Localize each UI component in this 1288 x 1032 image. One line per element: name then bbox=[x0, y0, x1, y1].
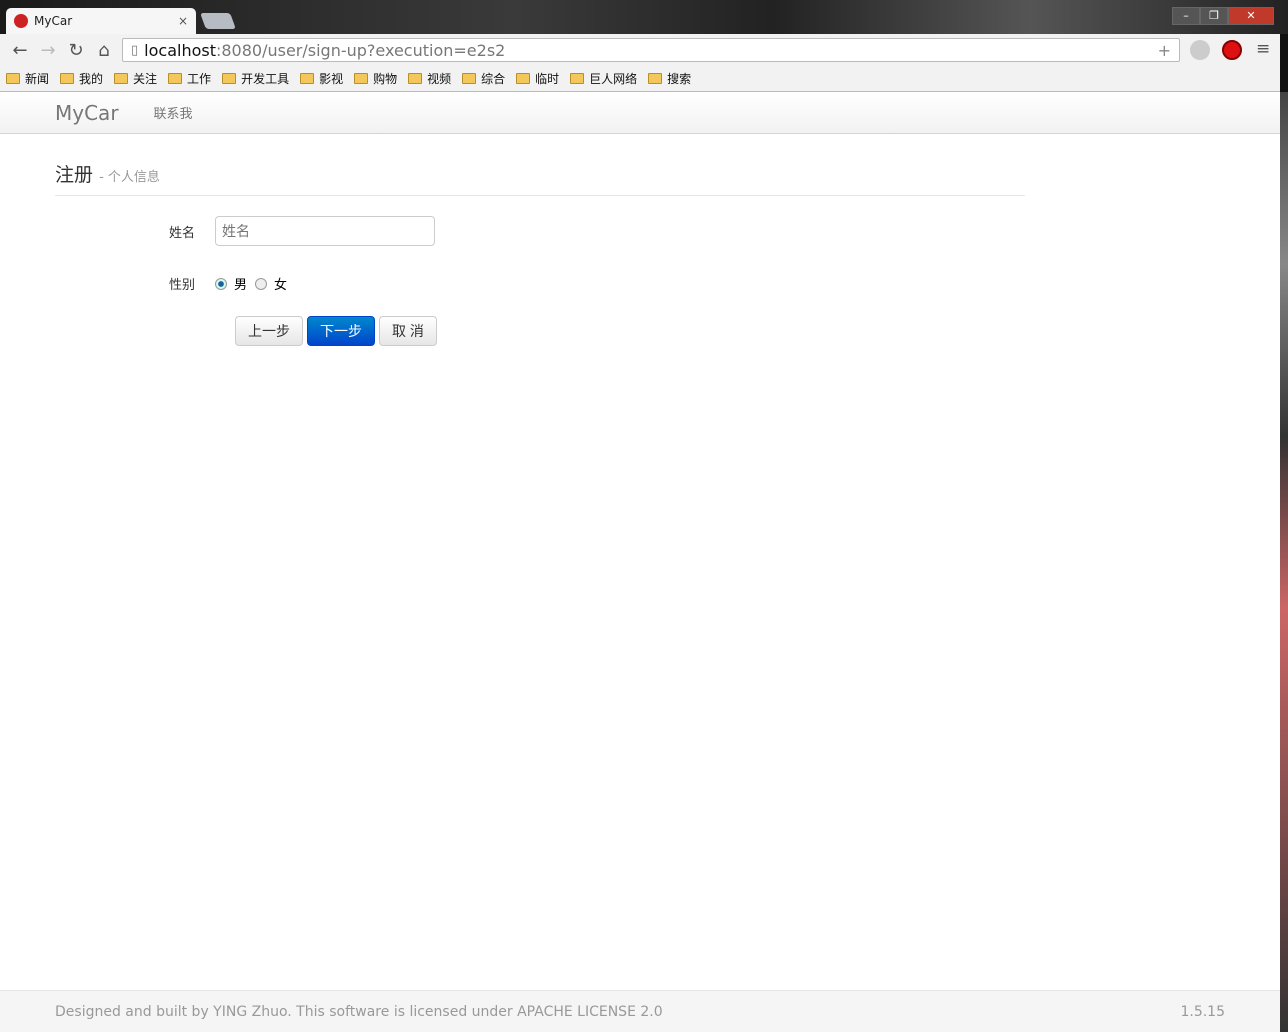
adblock-extension-icon[interactable] bbox=[1222, 40, 1242, 60]
address-bar[interactable]: ▯ localhost:8080/user/sign-up?execution=… bbox=[122, 38, 1180, 62]
bookmark-folder[interactable]: 关注 bbox=[114, 70, 157, 87]
gender-label: 性别 bbox=[168, 278, 195, 293]
bookmark-folder[interactable]: 新闻 bbox=[6, 70, 49, 87]
page-subtitle: - 个人信息 bbox=[99, 170, 160, 185]
name-label: 姓名 bbox=[168, 225, 195, 241]
bookmark-label: 综合 bbox=[481, 72, 506, 86]
sync-extension-icon[interactable] bbox=[1190, 40, 1210, 60]
bookmark-folder[interactable]: 搜索 bbox=[648, 70, 691, 87]
minimize-button[interactable]: – bbox=[1172, 7, 1200, 25]
close-tab-icon[interactable]: × bbox=[178, 14, 188, 28]
page-title: 注册 - 个人信息 bbox=[55, 160, 1025, 187]
bookmark-folder[interactable]: 影视 bbox=[300, 70, 343, 87]
next-button[interactable]: 下一步 bbox=[307, 316, 375, 346]
bookmark-label: 我的 bbox=[79, 72, 104, 86]
version-text: 1.5.15 bbox=[1180, 1003, 1225, 1020]
page-header: 注册 - 个人信息 bbox=[55, 160, 1025, 196]
window-close-button[interactable]: ✕ bbox=[1228, 7, 1274, 25]
bookmark-label: 搜索 bbox=[667, 72, 692, 86]
home-icon[interactable]: ⌂ bbox=[90, 40, 118, 61]
folder-icon bbox=[60, 73, 75, 84]
desktop-background-strip bbox=[1280, 92, 1288, 1032]
tab-title: MyCar bbox=[34, 14, 73, 28]
new-tab-button[interactable] bbox=[200, 13, 236, 29]
reload-icon[interactable]: ↻ bbox=[62, 40, 90, 61]
male-radio[interactable] bbox=[215, 277, 227, 290]
male-label[interactable]: 男 bbox=[234, 274, 247, 293]
folder-icon bbox=[354, 73, 369, 84]
cancel-button[interactable]: 取 消 bbox=[379, 316, 437, 346]
car-favicon-icon bbox=[14, 14, 28, 28]
page-icon: ▯ bbox=[131, 42, 139, 58]
bookmark-label: 新闻 bbox=[25, 72, 50, 86]
bookmark-folder[interactable]: 我的 bbox=[60, 70, 103, 87]
page-footer: Designed and built by YING Zhuo. This so… bbox=[0, 990, 1280, 1032]
folder-icon bbox=[570, 73, 585, 84]
female-label[interactable]: 女 bbox=[274, 274, 287, 293]
folder-icon bbox=[516, 73, 531, 84]
page-content: MyCar 联系我 注册 - 个人信息 姓名 性别 男 女 上一步 下一步 取 … bbox=[0, 92, 1280, 1032]
title-text: 注册 bbox=[55, 164, 94, 186]
folder-icon bbox=[168, 73, 183, 84]
browser-tab[interactable]: MyCar × bbox=[6, 8, 196, 34]
bookmark-label: 影视 bbox=[319, 72, 344, 86]
gender-row: 性别 男 女 bbox=[0, 274, 287, 293]
form-actions: 上一步 下一步 取 消 bbox=[235, 316, 441, 346]
forward-icon[interactable]: → bbox=[34, 40, 62, 61]
folder-icon bbox=[408, 73, 423, 84]
window-titlebar: MyCar × – ❐ ✕ bbox=[0, 0, 1288, 34]
previous-button[interactable]: 上一步 bbox=[235, 316, 303, 346]
bookmark-label: 关注 bbox=[133, 72, 158, 86]
back-icon[interactable]: ← bbox=[6, 40, 34, 61]
name-input[interactable] bbox=[215, 216, 435, 246]
bookmark-label: 购物 bbox=[373, 72, 398, 86]
menu-icon[interactable]: ≡ bbox=[1256, 39, 1270, 59]
bookmarks-bar: 新闻 我的 关注 工作 开发工具 影视 购物 视频 综合 临时 巨人网络 搜索 bbox=[0, 66, 1280, 92]
folder-icon bbox=[222, 73, 237, 84]
bookmark-plus-icon[interactable]: + bbox=[1158, 41, 1171, 60]
url-host: localhost bbox=[144, 40, 216, 60]
bookmark-folder[interactable]: 工作 bbox=[168, 70, 211, 87]
footer-license-text: Designed and built by YING Zhuo. This so… bbox=[55, 1003, 663, 1020]
bookmark-label: 视频 bbox=[427, 72, 452, 86]
folder-icon bbox=[6, 73, 20, 84]
bookmark-label: 临时 bbox=[535, 72, 560, 86]
bookmark-folder[interactable]: 购物 bbox=[354, 70, 397, 87]
bookmark-label: 工作 bbox=[187, 72, 212, 86]
brand-link[interactable]: MyCar bbox=[55, 101, 119, 125]
nav-contact-link[interactable]: 联系我 bbox=[154, 103, 193, 122]
folder-icon bbox=[300, 73, 315, 84]
site-navbar: MyCar 联系我 bbox=[0, 92, 1280, 134]
folder-icon bbox=[462, 73, 477, 84]
browser-toolbar: ← → ↻ ⌂ ▯ localhost:8080/user/sign-up?ex… bbox=[0, 34, 1280, 66]
bookmark-label: 开发工具 bbox=[241, 72, 290, 86]
folder-icon bbox=[114, 73, 129, 84]
bookmark-label: 巨人网络 bbox=[589, 72, 638, 86]
url-path: :8080/user/sign-up?execution=e2s2 bbox=[215, 40, 506, 60]
bookmark-folder[interactable]: 视频 bbox=[408, 70, 451, 87]
female-radio[interactable] bbox=[255, 277, 268, 290]
bookmark-folder[interactable]: 巨人网络 bbox=[570, 70, 637, 87]
name-row: 姓名 bbox=[0, 216, 435, 246]
bookmark-folder[interactable]: 开发工具 bbox=[222, 70, 289, 87]
restore-button[interactable]: ❐ bbox=[1200, 7, 1228, 25]
folder-icon bbox=[648, 73, 663, 84]
bookmark-folder[interactable]: 综合 bbox=[462, 70, 505, 87]
bookmark-folder[interactable]: 临时 bbox=[516, 70, 559, 87]
